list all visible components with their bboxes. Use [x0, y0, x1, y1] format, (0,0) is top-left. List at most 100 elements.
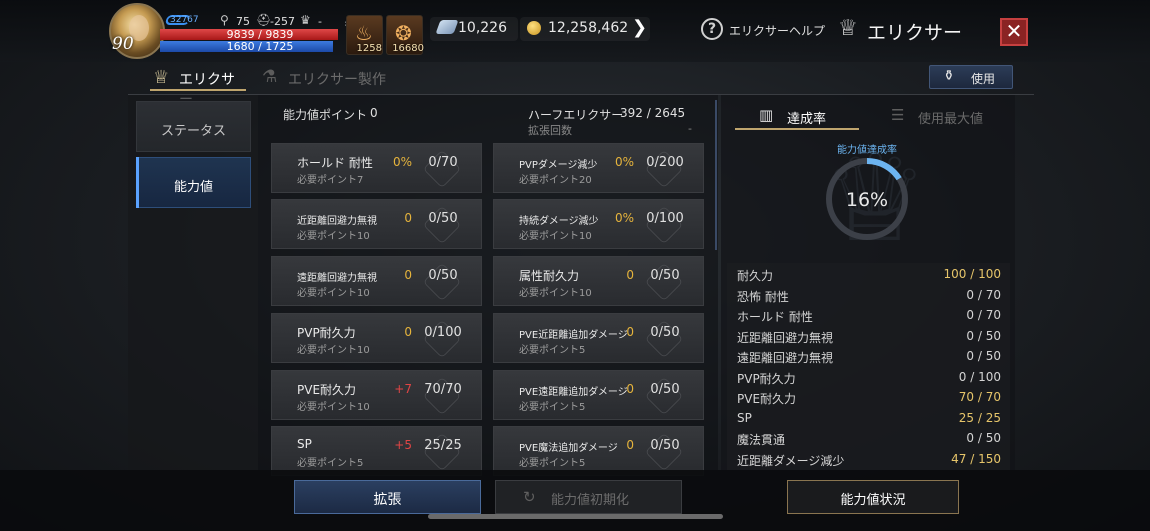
- stat-name: 耐久力: [737, 269, 774, 283]
- helmet-icon: ⛑: [256, 13, 272, 27]
- elixir-item-count: 16680: [392, 43, 424, 54]
- close-button[interactable]: ✕: [1000, 18, 1028, 46]
- ability-count: 0/100: [424, 325, 462, 340]
- stat-b-value: -257: [270, 15, 295, 28]
- ability-status-button[interactable]: 能力値状況: [787, 480, 959, 514]
- ability-points-value: 0: [370, 106, 378, 120]
- ability-name: 遠距離回避力無視: [297, 273, 377, 284]
- stat-value: 0 / 50: [966, 328, 1001, 343]
- ability-name: PVE耐久力: [297, 383, 357, 397]
- ability-count: 0/50: [650, 325, 680, 340]
- reset-ability-button[interactable]: ↻ 能力値初期化: [495, 480, 682, 514]
- home-indicator[interactable]: [428, 514, 723, 519]
- required-points: 必要ポイント10: [519, 231, 592, 242]
- tab-max-label: 使用最大値: [918, 112, 984, 127]
- active-tab-underline: [150, 89, 246, 91]
- stat-name: 近距離ダメージ減少: [737, 453, 845, 468]
- tab-craft-label: エリクサー製作: [288, 72, 386, 88]
- stat-row: 耐久力 100 / 100: [737, 265, 1001, 285]
- required-points: 必要ポイント10: [297, 288, 370, 299]
- nav-item-status[interactable]: ステータス: [136, 101, 251, 152]
- required-points: 必要ポイント20: [519, 175, 592, 186]
- trophy-icon: ♛: [300, 13, 311, 27]
- ability-count: 0/50: [650, 438, 680, 453]
- ability-name: 近距離回避力無視: [297, 216, 377, 227]
- ability-card[interactable]: PVE耐久力 必要ポイント10 +7 70/70: [271, 370, 482, 420]
- required-points: 必要ポイント5: [519, 458, 586, 469]
- elixir-item-icon: ❂: [395, 21, 412, 45]
- required-points: 必要ポイント7: [297, 175, 364, 186]
- status-label: 能力値状況: [840, 493, 906, 508]
- ability-card[interactable]: PVP耐久力 必要ポイント10 0 0/100: [271, 313, 482, 363]
- stat-row: ホールド 耐性 0 / 70: [737, 306, 1001, 326]
- stat-value: 70 / 70: [958, 390, 1001, 404]
- gold-value: 12,258,462: [548, 20, 629, 36]
- ability-count: 25/25: [424, 438, 462, 453]
- stat-row: SP 25 / 25: [737, 409, 1001, 429]
- help-label[interactable]: エリクサーヘルプ: [729, 22, 825, 39]
- tab-rate-label: 達成率: [787, 112, 827, 127]
- key-icon: ⚲: [220, 13, 229, 27]
- elixir-tab-icon: ♕: [153, 67, 170, 88]
- use-button[interactable]: ⚱ 使用: [929, 65, 1013, 89]
- ring-value: 32767: [170, 15, 199, 25]
- use-button-label: 使用: [971, 72, 996, 86]
- stat-name: 魔法貫通: [737, 433, 786, 447]
- stat-row: 遠距離回避力無視 0 / 50: [737, 347, 1001, 367]
- ability-count: 0/50: [650, 268, 680, 283]
- stat-row: 魔法貫通 0 / 50: [737, 429, 1001, 449]
- stat-name: PVP耐久力: [737, 371, 796, 386]
- ability-count: 0/200: [646, 155, 684, 170]
- ability-card[interactable]: PVPダメージ減少 必要ポイント20 0% 0/200: [493, 143, 704, 193]
- ability-card[interactable]: 属性耐久力 必要ポイント10 0 0/50: [493, 256, 704, 306]
- elixir-title-icon: ♕: [838, 16, 858, 41]
- ability-card[interactable]: 近距離回避力無視 必要ポイント10 0 0/50: [271, 199, 482, 249]
- scrollbar[interactable]: [715, 100, 717, 250]
- gauge-label: 能力値達成率: [837, 145, 897, 156]
- tab-max-usage[interactable]: ☰ 使用最大値: [885, 104, 1009, 130]
- stat-name: PVE耐久力: [737, 392, 797, 406]
- ability-count: 0/100: [646, 211, 684, 226]
- ability-points-label: 能力値ポイント: [283, 108, 368, 122]
- stat-value: 25 / 25: [958, 410, 1001, 425]
- stat-row: 近距離回避力無視 0 / 50: [737, 327, 1001, 347]
- half-elixir-label: ハーフエリクサー: [528, 108, 624, 122]
- ability-card[interactable]: 遠距離回避力無視 必要ポイント10 0 0/50: [271, 256, 482, 306]
- tab-elixir[interactable]: ♕ エリクサー: [148, 66, 248, 108]
- stat-value: 0 / 50: [966, 431, 1001, 445]
- ability-count: 0/70: [428, 155, 458, 170]
- ability-name: ホールド 耐性: [297, 156, 373, 170]
- ability-card[interactable]: 持続ダメージ減少 必要ポイント10 0% 0/100: [493, 199, 704, 249]
- potion-icon: ♨: [355, 21, 373, 45]
- required-points: 必要ポイント5: [297, 458, 364, 469]
- help-icon[interactable]: ?: [701, 18, 723, 40]
- stat-c-value: -: [318, 15, 322, 28]
- tab-achievement-rate[interactable]: ▥ 達成率: [735, 104, 859, 130]
- expand-button[interactable]: 拡張: [294, 480, 481, 514]
- nav-status-label: ステータス: [160, 124, 226, 139]
- ability-name: SP: [297, 437, 312, 451]
- expand-label: 拡張: [373, 492, 402, 508]
- required-points: 必要ポイント5: [519, 345, 586, 356]
- tab-elixir-craft[interactable]: ⚗ エリクサー製作: [258, 66, 388, 90]
- ability-card[interactable]: SP 必要ポイント5 +5 25/25: [271, 426, 482, 476]
- stat-value: 47 / 150: [951, 451, 1001, 466]
- ability-card[interactable]: PVE遠距離追加ダメージ 必要ポイント5 0 0/50: [493, 370, 704, 420]
- stat-name: SP: [737, 410, 752, 425]
- nav-item-ability[interactable]: 能力値: [136, 157, 251, 208]
- ability-card[interactable]: ホールド 耐性 必要ポイント7 0% 0/70: [271, 143, 482, 193]
- required-points: 必要ポイント10: [297, 345, 370, 356]
- stat-name: ホールド 耐性: [737, 310, 813, 324]
- potion-count: 1258: [356, 43, 382, 54]
- stat-row: 恐怖 耐性 0 / 70: [737, 286, 1001, 306]
- half-elixir-value: 392 / 2645: [620, 106, 686, 120]
- player-level: 90: [112, 34, 134, 54]
- nav-ability-label: 能力値: [173, 180, 213, 195]
- stat-a-value: 75: [236, 15, 250, 28]
- stat-value: 100 / 100: [943, 267, 1001, 281]
- ability-card[interactable]: PVE魔法追加ダメージ 必要ポイント5 0 0/50: [493, 426, 704, 476]
- expansion-label: 拡張回数: [528, 124, 572, 137]
- bar-chart-icon: ▥: [759, 106, 774, 124]
- ability-card[interactable]: PVE近距離追加ダメージ 必要ポイント5 0 0/50: [493, 313, 704, 363]
- chevron-right-icon[interactable]: ❯: [632, 17, 647, 38]
